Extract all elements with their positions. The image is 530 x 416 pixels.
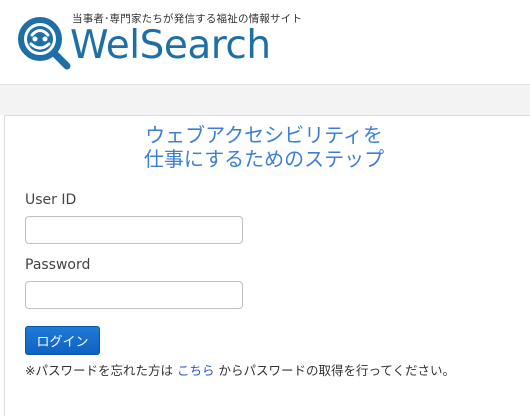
password-reset-link[interactable]: こちら (177, 363, 215, 378)
password-field[interactable] (25, 281, 243, 309)
page-title: ウェブアクセシビリティを 仕事にするためのステップ (4, 123, 524, 171)
userid-label: User ID (25, 192, 77, 208)
password-reset-note-prefix: ※パスワードを忘れた方は (25, 363, 177, 378)
login-button[interactable]: ログイン (25, 326, 100, 355)
header-band (0, 85, 530, 115)
welsearch-logo-icon[interactable] (16, 15, 72, 71)
password-reset-note: ※パスワードを忘れた方は こちら からパスワードの取得を行ってください。 (25, 360, 455, 379)
page-title-line-1: ウェブアクセシビリティを (145, 123, 383, 147)
site-header: 当事者･専門家たちが発信する福祉の情報サイト WelSearch (0, 0, 530, 85)
password-reset-note-suffix: からパスワードの取得を行ってください。 (214, 363, 455, 378)
site-brand-name[interactable]: WelSearch (70, 20, 271, 72)
page-title-line-2: 仕事にするためのステップ (143, 147, 385, 171)
userid-field[interactable] (25, 216, 243, 244)
password-label: Password (25, 257, 91, 273)
